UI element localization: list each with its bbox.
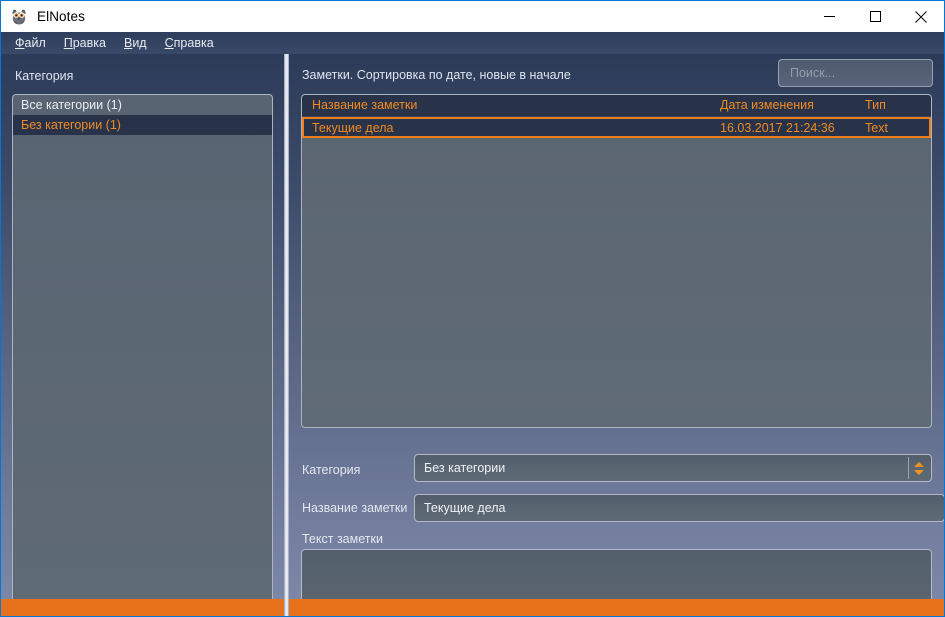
menu-item-edit[interactable]: Правка bbox=[56, 34, 116, 52]
category-list[interactable]: Все категории (1) Без категории (1) bbox=[12, 94, 273, 616]
accent-bar-left bbox=[1, 599, 284, 616]
window-title: ElNotes bbox=[37, 9, 85, 24]
title-bar: ElNotes bbox=[1, 1, 944, 32]
main-area: Категория Все категории (1) Без категори… bbox=[1, 54, 944, 616]
menu-item-help[interactable]: Справка bbox=[157, 34, 224, 52]
column-header-type[interactable]: Тип bbox=[865, 95, 931, 116]
category-item-all[interactable]: Все категории (1) bbox=[13, 95, 272, 115]
menu-item-file[interactable]: Файл bbox=[7, 34, 56, 52]
menu-item-help-accel: С bbox=[164, 36, 174, 50]
accent-bar-right bbox=[289, 599, 944, 616]
category-pane: Категория Все категории (1) Без категори… bbox=[1, 54, 284, 616]
notes-table-header: Название заметки Дата изменения Тип bbox=[302, 95, 931, 117]
label-note-name: Название заметки bbox=[302, 501, 408, 515]
window-controls bbox=[806, 1, 944, 32]
notes-table[interactable]: Название заметки Дата изменения Тип Теку… bbox=[301, 94, 932, 428]
notes-pane: Заметки. Сортировка по дате, новые в нач… bbox=[289, 54, 944, 616]
category-select-value: Без категории bbox=[424, 461, 506, 475]
column-header-name[interactable]: Название заметки bbox=[302, 95, 720, 116]
menu-item-view[interactable]: Вид bbox=[116, 34, 157, 52]
column-header-date[interactable]: Дата изменения bbox=[720, 95, 865, 116]
cell-note-date: 16.03.2017 21:24:36 bbox=[720, 121, 835, 135]
label-note-text: Текст заметки bbox=[302, 532, 383, 546]
cell-note-name: Текущие дела bbox=[312, 121, 394, 135]
menu-item-edit-accel: П bbox=[63, 36, 73, 50]
category-pane-title: Категория bbox=[15, 69, 74, 83]
menu-item-file-label: айл bbox=[24, 36, 46, 50]
minimize-button[interactable] bbox=[806, 1, 852, 32]
search-input[interactable] bbox=[788, 65, 932, 81]
note-name-field[interactable]: Текущие дела bbox=[414, 494, 944, 522]
menu-item-edit-label: равка bbox=[72, 36, 106, 50]
menu-item-help-label: правка bbox=[173, 36, 214, 50]
table-row[interactable]: Текущие дела 16.03.2017 21:24:36 Text bbox=[302, 117, 931, 138]
label-category: Категория bbox=[302, 463, 361, 477]
category-item-uncategorized[interactable]: Без категории (1) bbox=[13, 115, 272, 135]
category-select-spinner[interactable] bbox=[908, 457, 929, 479]
close-button[interactable] bbox=[898, 1, 944, 32]
menu-bar: Файл Правка Вид Справка bbox=[1, 32, 944, 54]
category-select[interactable]: Без категории bbox=[414, 454, 932, 482]
app-window: ElNotes Файл Правка Вид Справка Категори… bbox=[0, 0, 945, 617]
menu-item-view-label: ид bbox=[132, 36, 147, 50]
chevron-down-icon bbox=[914, 469, 924, 475]
menu-item-file-accel: Ф bbox=[15, 36, 25, 50]
maximize-button[interactable] bbox=[852, 1, 898, 32]
cell-note-type: Text bbox=[865, 121, 888, 135]
chevron-up-icon bbox=[914, 461, 924, 467]
search-field[interactable] bbox=[778, 59, 933, 87]
notes-pane-title: Заметки. Сортировка по дате, новые в нач… bbox=[302, 68, 571, 82]
note-name-value: Текущие дела bbox=[424, 501, 506, 515]
owl-icon bbox=[10, 8, 28, 26]
title-bar-left: ElNotes bbox=[1, 8, 806, 26]
